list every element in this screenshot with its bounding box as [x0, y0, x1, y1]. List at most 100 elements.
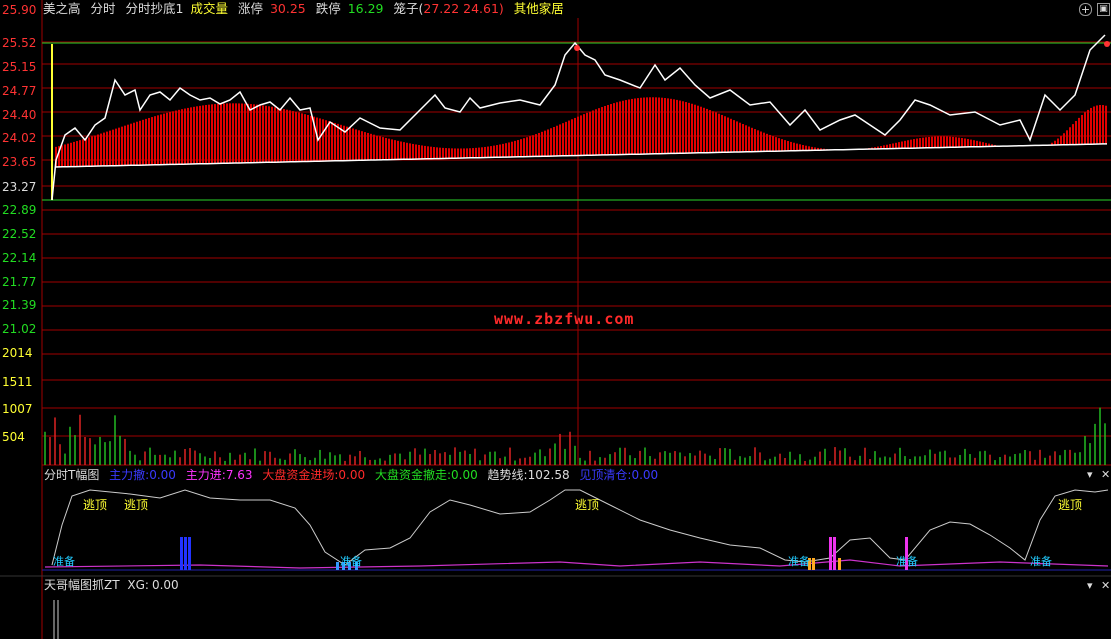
price-bar	[616, 102, 618, 155]
price-bar	[235, 103, 237, 164]
close-icon[interactable]: ✕	[1101, 469, 1110, 481]
price-bar	[463, 148, 465, 159]
price-bar	[619, 101, 621, 155]
price-bar	[358, 130, 360, 161]
price-bar	[250, 104, 252, 163]
price-bar	[91, 136, 93, 167]
price-bar	[679, 100, 681, 154]
price-bar	[757, 130, 759, 152]
price-bar	[511, 141, 513, 157]
price-bar	[1066, 130, 1068, 145]
price-bar	[337, 123, 339, 161]
price-bar	[508, 142, 510, 158]
price-bar	[451, 148, 453, 159]
price-bar	[412, 143, 414, 160]
price-bar	[961, 138, 963, 148]
xg-label: XG:	[127, 578, 149, 592]
price-bar	[952, 136, 954, 148]
price-bar	[268, 106, 270, 163]
price-bar	[793, 142, 795, 151]
price-bar	[307, 114, 309, 162]
top-clear-value: 0.00	[631, 468, 659, 482]
price-bar	[928, 136, 930, 148]
price-bar	[751, 127, 753, 152]
price-bar	[190, 107, 192, 165]
price-bar	[178, 109, 180, 165]
price-bar	[238, 103, 240, 163]
price-bar	[712, 111, 714, 153]
price-bar	[538, 132, 540, 157]
price-bar	[937, 136, 939, 148]
signal-top: 逃顶	[83, 498, 108, 512]
price-bar	[652, 97, 654, 154]
price-bar	[895, 142, 897, 149]
price-bar	[490, 146, 492, 158]
price-bar	[547, 129, 549, 157]
collapse-icon[interactable]: ▾	[1087, 469, 1093, 481]
price-bar	[274, 107, 276, 163]
price-bar	[430, 146, 432, 159]
price-bar	[418, 144, 420, 160]
price-bar	[568, 120, 570, 156]
price-bar	[529, 136, 531, 157]
price-bar	[193, 106, 195, 164]
price-bar	[379, 136, 381, 160]
price-bar	[979, 141, 981, 147]
zt-panel-name[interactable]: 天哥幅图抓ZT	[44, 578, 120, 592]
price-bar	[364, 132, 366, 161]
price-bar	[391, 139, 393, 160]
price-bar	[406, 142, 408, 160]
price-bar	[100, 133, 102, 167]
price-bar	[910, 139, 912, 149]
main-exit-value: 0.00	[149, 468, 176, 482]
price-bar	[739, 122, 741, 152]
price-bar	[457, 148, 459, 159]
trend-label: 趋势线:	[487, 468, 528, 482]
price-bar	[115, 128, 117, 166]
close-icon[interactable]: ✕	[1101, 580, 1110, 592]
xg-value: 0.00	[151, 578, 179, 592]
price-bar	[634, 98, 636, 155]
price-bar	[727, 117, 729, 153]
price-bar	[559, 124, 561, 156]
price-bar	[226, 103, 228, 164]
price-bar	[946, 136, 948, 148]
price-bar	[109, 130, 111, 166]
price-bar	[139, 120, 141, 166]
price-bar	[85, 138, 87, 167]
price-bar	[646, 97, 648, 154]
price-bar	[73, 141, 75, 167]
price-bar	[265, 105, 267, 163]
t-panel-name[interactable]: 分时T幅图	[44, 468, 99, 482]
price-bar	[130, 123, 132, 166]
price-bar	[703, 107, 705, 153]
price-bar	[223, 103, 225, 164]
price-bar	[445, 148, 447, 159]
exit-bar	[180, 537, 183, 570]
price-bar	[82, 139, 84, 167]
price-bar	[331, 122, 333, 161]
price-bar	[1081, 114, 1083, 145]
price-bar	[769, 134, 771, 152]
price-bar	[253, 104, 255, 163]
price-bar	[433, 147, 435, 159]
price-bar	[1075, 120, 1077, 145]
price-bar	[376, 135, 378, 160]
price-bar	[475, 147, 477, 158]
price-bar	[160, 114, 162, 165]
collapse-icon[interactable]: ▾	[1087, 580, 1093, 592]
price-bar	[286, 109, 288, 162]
price-bar	[481, 147, 483, 158]
price-bar	[118, 127, 120, 166]
price-bar	[916, 138, 918, 149]
price-bar	[229, 103, 231, 164]
price-bar	[661, 97, 663, 154]
price-bar	[607, 104, 609, 155]
price-bar	[940, 136, 942, 148]
price-bar	[1072, 124, 1074, 145]
price-bar	[778, 138, 780, 152]
price-bar	[133, 122, 135, 166]
price-bar	[592, 110, 594, 156]
price-bar	[700, 106, 702, 153]
price-bar	[76, 141, 78, 167]
